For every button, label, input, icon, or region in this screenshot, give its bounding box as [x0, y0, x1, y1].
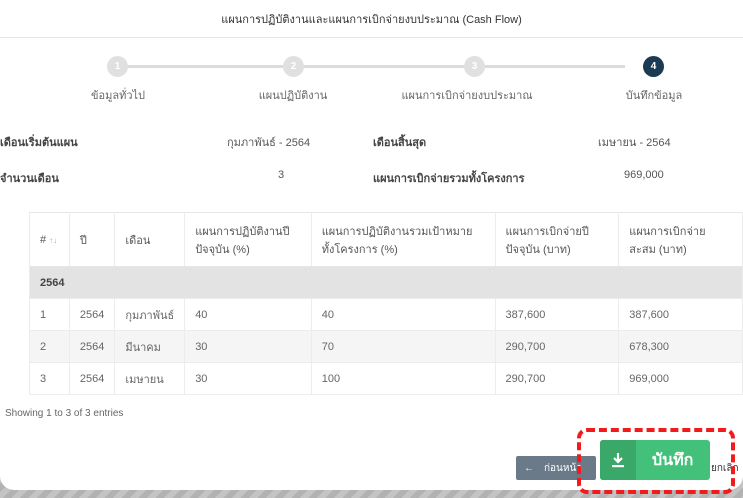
end-month-label: เดือนสิ้นสุด	[373, 137, 427, 149]
step-2-circle[interactable]: 2	[283, 56, 304, 77]
cell-total-progress: 40	[311, 298, 496, 331]
months-count-label: จำนวนเดือน	[0, 173, 59, 185]
cell-total-progress: 100	[311, 362, 496, 395]
step-4-label: บันทึกข้อมูล	[625, 90, 683, 102]
cancel-button[interactable]: ยกเลิก	[711, 461, 739, 476]
step-1-circle[interactable]: 1	[107, 56, 128, 77]
table-header-row: # ↑↓ ปี เดือน แผนการปฏิบัติงานปีปัจจุบัน …	[29, 212, 743, 267]
col-current-progress-header[interactable]: แผนการปฏิบัติงานปีปัจจุบัน (%)	[184, 212, 312, 267]
start-month-label: เดือนเริ่มต้นแผน	[0, 137, 78, 149]
cell-current-progress: 40	[184, 298, 312, 331]
col-cumulative-disburse-header[interactable]: แผนการเบิกจ่ายสะสม (บาท)	[618, 212, 743, 267]
col-total-progress-header[interactable]: แผนการปฏิบัติงานรวมเป้าหมายทั้งโครงการ (…	[311, 212, 496, 267]
cell-year: 2564	[69, 298, 116, 331]
start-month-value: กุมภาพันธ์ - 2564	[227, 137, 311, 149]
cell-index: 3	[29, 362, 70, 395]
col-current-disburse-header[interactable]: แผนการเบิกจ่ายปีปัจจุบัน (บาท)	[495, 212, 620, 267]
cell-current-disburse: 290,700	[495, 330, 620, 363]
col-year-header[interactable]: ปี	[69, 212, 116, 267]
sort-icon[interactable]: ↑↓	[49, 236, 57, 245]
cell-total-progress: 70	[311, 330, 496, 363]
cell-current-progress: 30	[184, 362, 312, 395]
step-3-circle[interactable]: 3	[464, 56, 485, 77]
modal-title: แผนการปฏิบัติงานและแผนการเบิกจ่ายงบประมา…	[221, 13, 522, 26]
cell-index: 2	[29, 330, 70, 363]
step-3-label: แผนการเบิกจ่ายงบประมาณ	[401, 90, 533, 102]
cash-flow-modal: แผนการปฏิบัติงานและแผนการเบิกจ่ายงบประมา…	[0, 0, 743, 490]
back-button-label: ก่อนหน้า	[544, 462, 582, 474]
cell-month: มีนาคม	[114, 330, 186, 363]
table-row: 1 2564 กุมภาพันธ์ 40 40 387,600 387,600	[29, 298, 743, 331]
table-row: 3 2564 เมษายน 30 100 290,700 969,000	[29, 362, 743, 395]
step-4-circle[interactable]: 4	[643, 56, 664, 77]
save-button[interactable]: บันทึก	[600, 440, 710, 480]
cell-month: เมษายน	[114, 362, 186, 395]
plan-table: # ↑↓ ปี เดือน แผนการปฏิบัติงานปีปัจจุบัน …	[29, 212, 743, 395]
cell-index: 1	[29, 298, 70, 331]
cell-current-disburse: 290,700	[495, 362, 620, 395]
cell-cumulative-disburse: 969,000	[618, 362, 743, 395]
col-month-header[interactable]: เดือน	[114, 212, 186, 267]
cell-year: 2564	[69, 330, 116, 363]
step-1-label: ข้อมูลทั่วไป	[90, 90, 146, 102]
col-index-header[interactable]: # ↑↓	[29, 212, 70, 267]
cell-year: 2564	[69, 362, 116, 395]
total-plan-label: แผนการเบิกจ่ายรวมทั้งโครงการ	[373, 173, 525, 185]
cell-cumulative-disburse: 678,300	[618, 330, 743, 363]
back-button[interactable]: ← ก่อนหน้า	[516, 456, 596, 480]
plan-table-wrapper: # ↑↓ ปี เดือน แผนการปฏิบัติงานปีปัจจุบัน …	[29, 212, 743, 395]
arrow-left-icon: ←	[524, 462, 534, 474]
save-button-label: บันทึก	[652, 451, 694, 469]
table-info: Showing 1 to 3 of 3 entries	[5, 408, 124, 419]
step-2-label: แผนปฏิบัติงาน	[258, 90, 328, 102]
cell-current-disburse: 387,600	[495, 298, 620, 331]
stepper-track	[120, 65, 625, 68]
end-month-value: เมษายน - 2564	[598, 137, 671, 149]
download-icon	[600, 440, 636, 480]
cell-month: กุมภาพันธ์	[114, 298, 186, 331]
stepper: 1 2 3 4 ข้อมูลทั่วไป แผนปฏิบัติงาน แผนกา…	[0, 48, 743, 108]
cell-current-progress: 30	[184, 330, 312, 363]
months-count-value: 3	[278, 169, 285, 181]
year-group-label: 2564	[29, 266, 743, 299]
modal-header: แผนการปฏิบัติงานและแผนการเบิกจ่ายงบประมา…	[0, 0, 743, 38]
table-row: 2 2564 มีนาคม 30 70 290,700 678,300	[29, 330, 743, 363]
total-plan-value: 969,000	[624, 169, 664, 181]
year-group-row: 2564	[29, 266, 743, 299]
cell-cumulative-disburse: 387,600	[618, 298, 743, 331]
